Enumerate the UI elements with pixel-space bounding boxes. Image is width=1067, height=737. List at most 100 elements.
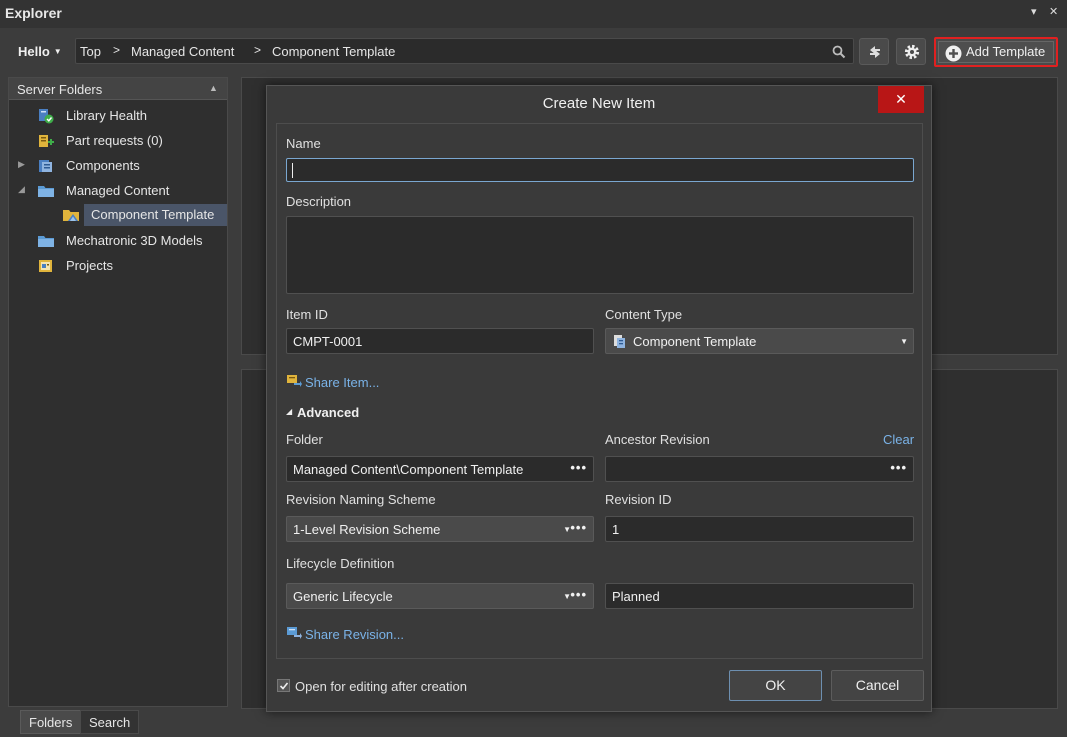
description-input[interactable] bbox=[286, 216, 914, 294]
server-folders-header[interactable]: Server Folders ▲ bbox=[9, 78, 227, 100]
collapse-icon[interactable]: ▲ bbox=[209, 83, 218, 93]
item-id-input[interactable]: CMPT-0001 bbox=[286, 328, 594, 354]
cancel-button[interactable]: Cancel bbox=[831, 670, 924, 701]
tree-item-label: Projects bbox=[66, 258, 113, 273]
folder-value: Managed Content\Component Template bbox=[293, 462, 524, 477]
folder-label: Folder bbox=[286, 432, 323, 447]
folder-icon bbox=[38, 186, 54, 197]
lifecycle-definition-value: Generic Lifecycle bbox=[293, 589, 393, 604]
name-input[interactable] bbox=[286, 158, 914, 182]
item-id-label: Item ID bbox=[286, 307, 328, 322]
hello-menu[interactable]: Hello ▼ bbox=[18, 44, 62, 59]
tree-item-label: Managed Content bbox=[66, 183, 170, 198]
folder-input[interactable]: Managed Content\Component Template ••• bbox=[286, 456, 594, 482]
revision-id-label: Revision ID bbox=[605, 492, 672, 507]
tree-item-part-requests[interactable]: Part requests (0) bbox=[9, 130, 227, 152]
browse-ancestor-button[interactable]: ••• bbox=[890, 460, 907, 475]
lifecycle-state-value: Planned bbox=[612, 589, 660, 604]
tree-item-label: Components bbox=[66, 158, 140, 173]
item-id-value: CMPT-0001 bbox=[293, 334, 363, 349]
dialog-title: Create New Item bbox=[542, 95, 656, 112]
share-revision-link[interactable]: Share Revision... bbox=[305, 627, 404, 642]
tree-item-components[interactable]: ▶ Components bbox=[9, 155, 227, 177]
hello-label: Hello bbox=[18, 44, 50, 59]
advanced-collapse-icon[interactable]: ◢ bbox=[286, 407, 292, 416]
advanced-section-label[interactable]: Advanced bbox=[297, 405, 359, 420]
tree-item-label: Component Template bbox=[91, 207, 215, 222]
breadcrumb-managed-content[interactable]: Managed Content bbox=[131, 44, 234, 59]
lifecycle-definition-select[interactable]: Generic Lifecycle ▼ ••• bbox=[286, 583, 594, 609]
refresh-button[interactable] bbox=[859, 38, 889, 65]
breadcrumb[interactable]: Top > Managed Content > Component Templa… bbox=[75, 38, 854, 64]
components-folder-icon bbox=[39, 160, 52, 172]
revision-id-value: 1 bbox=[612, 522, 620, 537]
projects-icon bbox=[39, 260, 52, 272]
tab-search[interactable]: Search bbox=[80, 710, 140, 734]
chevron-down-icon: ▼ bbox=[53, 47, 62, 56]
open-for-editing-label[interactable]: Open for editing after creation bbox=[295, 679, 467, 694]
component-template-icon bbox=[614, 335, 625, 348]
description-label: Description bbox=[286, 194, 352, 209]
settings-button[interactable] bbox=[896, 38, 926, 65]
browse-folder-button[interactable]: ••• bbox=[570, 460, 587, 475]
revision-id-input[interactable]: 1 bbox=[605, 516, 914, 542]
expand-arrow-icon[interactable]: ▶ bbox=[18, 159, 25, 170]
tree-item-mechatronic-3d-models[interactable]: Mechatronic 3D Models bbox=[9, 230, 227, 252]
part-requests-icon bbox=[39, 135, 54, 147]
breadcrumb-top[interactable]: Top bbox=[80, 44, 101, 59]
tree-item-component-template[interactable]: Component Template bbox=[63, 204, 227, 226]
share-item-icon bbox=[287, 375, 302, 387]
server-folders-panel: Server Folders ▲ Library Health Part req… bbox=[8, 77, 228, 707]
pin-icon[interactable]: ▾ bbox=[1031, 5, 1037, 18]
content-type-value: Component Template bbox=[633, 334, 757, 349]
refresh-icon bbox=[870, 46, 880, 58]
add-template-button[interactable]: Add Template bbox=[934, 37, 1058, 67]
text-cursor bbox=[292, 163, 293, 178]
revision-naming-scheme-value: 1-Level Revision Scheme bbox=[293, 522, 441, 537]
share-revision-icon bbox=[287, 627, 302, 639]
name-label: Name bbox=[286, 136, 321, 151]
template-folder-icon bbox=[63, 210, 79, 221]
close-icon[interactable]: ✕ bbox=[1049, 5, 1058, 18]
navigation-bar: Hello ▼ Top > Managed Content > Component… bbox=[0, 28, 1067, 74]
revision-naming-scheme-label: Revision Naming Scheme bbox=[286, 492, 436, 507]
ancestor-revision-label: Ancestor Revision bbox=[605, 432, 710, 447]
breadcrumb-component-template[interactable]: Component Template bbox=[272, 44, 395, 59]
gear-icon bbox=[904, 44, 920, 60]
library-health-icon bbox=[39, 109, 54, 124]
chevron-right-icon: > bbox=[113, 43, 121, 57]
clear-link[interactable]: Clear bbox=[883, 432, 914, 447]
lifecycle-definition-label: Lifecycle Definition bbox=[286, 556, 395, 571]
dialog-close-button[interactable]: ✕ bbox=[878, 86, 924, 113]
ancestor-revision-input[interactable]: ••• bbox=[605, 456, 914, 482]
create-new-item-dialog: Create New Item ✕ Name Description Item … bbox=[266, 85, 932, 712]
content-type-select[interactable]: Component Template ▼ bbox=[605, 328, 914, 354]
tree-item-projects[interactable]: Projects bbox=[9, 255, 227, 277]
share-item-link[interactable]: Share Item... bbox=[305, 375, 379, 390]
dialog-form: Name Description Item ID CMPT-0001 Conte… bbox=[276, 123, 923, 659]
open-for-editing-checkbox[interactable] bbox=[277, 679, 290, 692]
chevron-right-icon: > bbox=[254, 43, 262, 57]
lifecycle-state-field: Planned bbox=[605, 583, 914, 609]
tree-item-label: Part requests (0) bbox=[66, 133, 163, 148]
window-titlebar: Explorer ▾ ✕ bbox=[0, 0, 1067, 28]
browse-scheme-button[interactable]: ••• bbox=[570, 520, 587, 535]
checkmark-icon bbox=[279, 682, 289, 690]
add-circle-icon bbox=[945, 45, 962, 62]
tree-item-label: Library Health bbox=[66, 108, 147, 123]
revision-naming-scheme-select[interactable]: 1-Level Revision Scheme ▼ ••• bbox=[286, 516, 594, 542]
tree-item-library-health[interactable]: Library Health bbox=[9, 105, 227, 127]
content-type-label: Content Type bbox=[605, 307, 683, 322]
server-folders-title: Server Folders bbox=[17, 82, 103, 97]
tab-folders[interactable]: Folders bbox=[20, 710, 82, 734]
window-title: Explorer bbox=[5, 5, 62, 21]
tree-item-managed-content[interactable]: ◢ Managed Content bbox=[9, 180, 227, 202]
folder-icon bbox=[38, 236, 54, 247]
chevron-down-icon: ▼ bbox=[900, 337, 908, 346]
browse-lifecycle-button[interactable]: ••• bbox=[570, 587, 587, 602]
ok-button[interactable]: OK bbox=[729, 670, 822, 701]
add-template-label: Add Template bbox=[966, 44, 1046, 59]
search-icon[interactable] bbox=[832, 45, 846, 59]
collapse-arrow-icon[interactable]: ◢ bbox=[18, 184, 25, 195]
tree-item-label: Mechatronic 3D Models bbox=[66, 233, 203, 248]
